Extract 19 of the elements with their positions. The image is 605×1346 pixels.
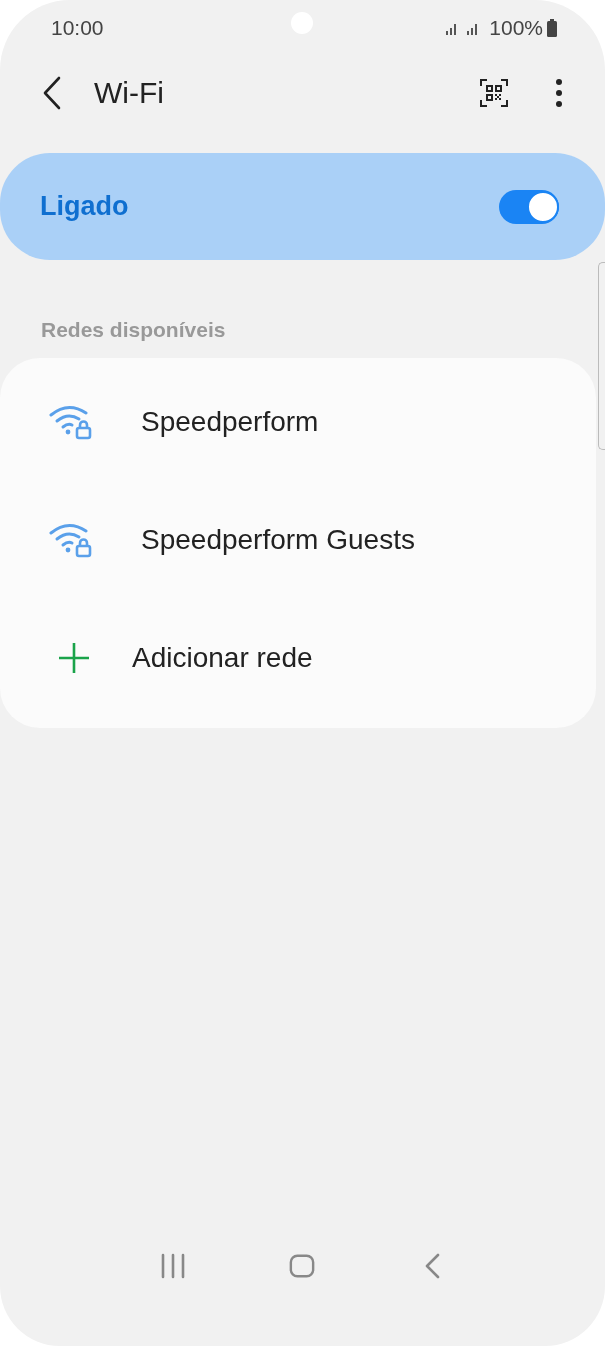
battery-icon xyxy=(547,19,557,37)
more-options-icon[interactable] xyxy=(555,78,563,108)
page-title: Wi-Fi xyxy=(94,76,164,110)
back-button[interactable] xyxy=(42,76,62,110)
section-title: Redes disponíveis xyxy=(41,318,227,343)
qr-code-icon[interactable] xyxy=(480,79,508,107)
plus-icon xyxy=(58,642,90,674)
network-item[interactable]: Speedperform Guests xyxy=(0,481,596,599)
network-name: Adicionar rede xyxy=(132,642,313,674)
switch-label: Ligado xyxy=(40,191,129,222)
status-time: 10:00 xyxy=(51,16,104,40)
toggle-switch[interactable] xyxy=(499,189,559,224)
add-network-item[interactable]: Adicionar rede xyxy=(0,599,596,717)
home-icon[interactable] xyxy=(289,1253,316,1279)
network-item[interactable]: Speedperform xyxy=(0,363,596,481)
network-name: Speedperform xyxy=(141,406,319,438)
network-name: Speedperform Guests xyxy=(141,524,415,556)
recent-apps-icon[interactable] xyxy=(159,1253,186,1279)
battery-percent: 100% xyxy=(489,16,543,40)
